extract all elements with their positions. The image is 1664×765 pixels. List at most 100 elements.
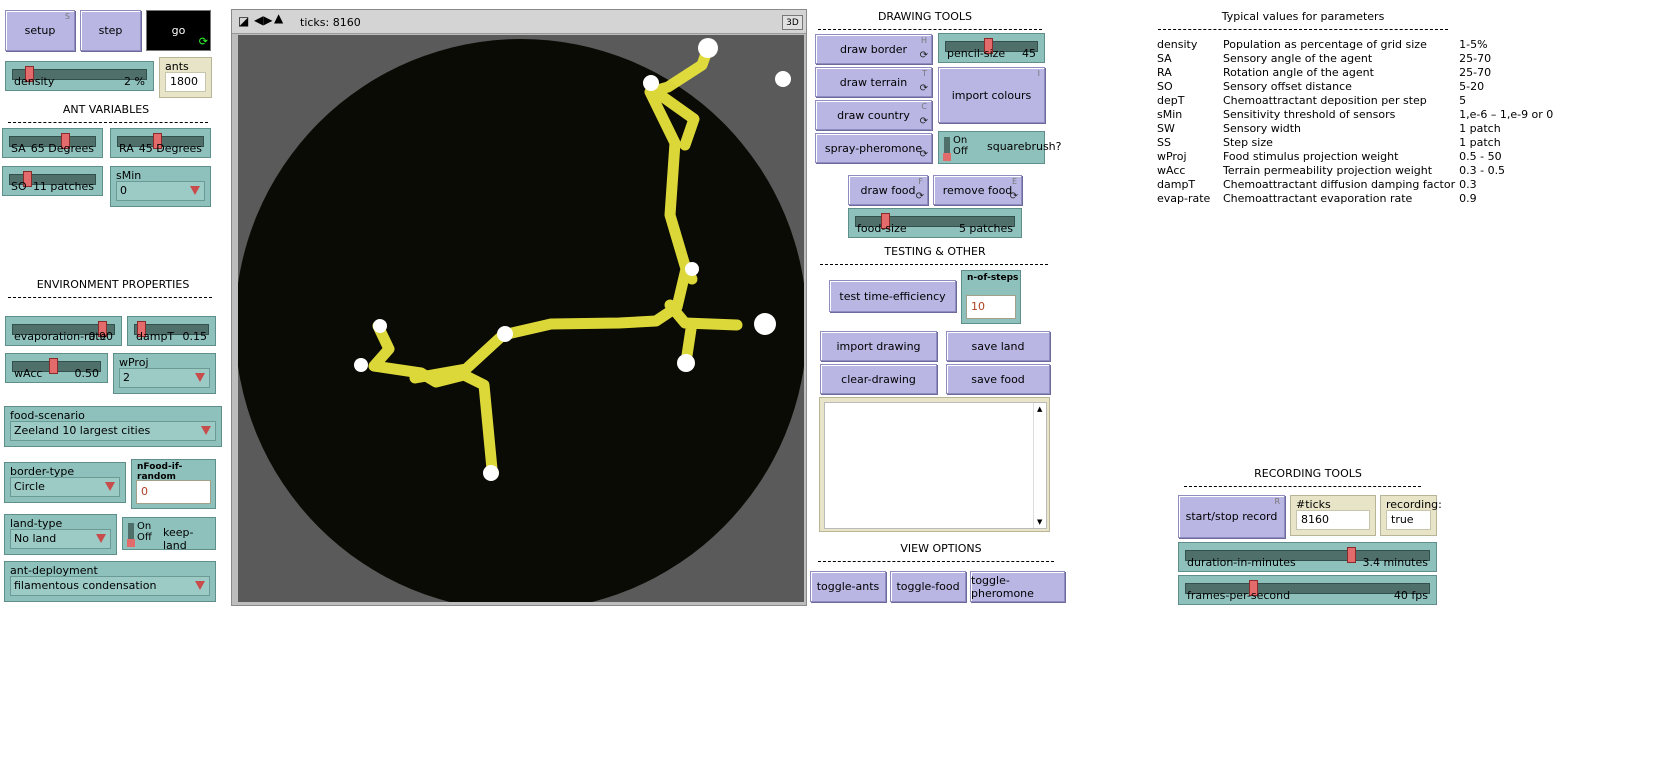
slider-value: 3.4 minutes <box>1362 556 1428 569</box>
chooser-value: filamentous condensation <box>14 579 157 592</box>
wacc-slider[interactable]: wAcc 0.50 <box>5 353 108 383</box>
parameters-title: Typical values for parameters <box>1221 10 1385 23</box>
slider-value: 2 % <box>124 75 145 88</box>
parameter-row: SO Sensory offset distance 5-20 <box>1157 79 1563 93</box>
sa-slider[interactable]: SA 65 Degrees <box>2 128 103 158</box>
output-text[interactable]: ▲ ▼ <box>824 402 1047 529</box>
border-type-chooser[interactable]: border-type Circle <box>4 462 126 503</box>
view-options-title: VIEW OPTIONS <box>900 542 982 555</box>
slider-knob[interactable] <box>1347 547 1356 563</box>
parameter-row: wProj Food stimulus projection weight 0.5 … <box>1157 149 1563 163</box>
land-type-chooser[interactable]: land-type No land <box>4 514 117 555</box>
scrollbar[interactable]: ▲ ▼ <box>1033 403 1046 528</box>
dropdown-triangle-icon <box>201 426 211 435</box>
keep-land-switch[interactable]: On Off keep-land <box>122 517 216 552</box>
chooser-value-box[interactable]: Circle <box>10 477 120 497</box>
toggle-food-button[interactable]: toggle-food <box>890 571 966 602</box>
pencil-size-slider[interactable]: pencil-size 45 <box>938 33 1045 63</box>
draw-terrain-button[interactable]: T draw terrain ⟳ <box>815 67 932 97</box>
slider-value: 5 patches <box>958 222 1013 235</box>
scroll-down-icon[interactable]: ▼ <box>1037 518 1042 526</box>
setup-button[interactable]: S setup <box>5 10 75 51</box>
slider-knob[interactable] <box>49 358 58 374</box>
input-field[interactable]: 0 <box>136 480 211 504</box>
3d-button[interactable]: 3D <box>782 15 803 30</box>
toggle-ants-button[interactable]: toggle-ants <box>810 571 886 602</box>
divider <box>820 264 1048 265</box>
parameter-row: RA Rotation angle of the agent 25-70 <box>1157 65 1563 79</box>
step-button[interactable]: step <box>80 10 141 51</box>
import-colours-button[interactable]: I import colours <box>938 67 1045 123</box>
parameter-typical-value: 1,e-6 – 1,e-9 or 0 <box>1459 107 1554 121</box>
duration-in-minutes-slider[interactable]: duration-in-minutes 3.4 minutes <box>1178 542 1437 572</box>
button-label: save food <box>971 372 1025 386</box>
slider-label: wAcc <box>14 367 43 380</box>
parameter-name: density <box>1157 37 1198 51</box>
parameter-name: dampT <box>1157 177 1196 191</box>
draw-country-button[interactable]: C draw country ⟳ <box>815 100 932 130</box>
switch-knob <box>127 539 135 547</box>
evaporation-rate-slider[interactable]: evaporation-rate 0.90 <box>5 316 122 346</box>
wproj-chooser[interactable]: wProj 2 <box>113 353 216 394</box>
parameters-table: density Population as percentage of grid … <box>1157 37 1563 205</box>
test-time-efficiency-button[interactable]: test time-efficiency <box>829 280 956 312</box>
scroll-up-icon[interactable]: ▲ <box>1037 405 1042 413</box>
spray-pheromone-button[interactable]: spray-pheromone ⟳ <box>815 133 932 163</box>
density-slider[interactable]: density 2 % <box>5 61 154 91</box>
ant-deployment-chooser[interactable]: ant-deployment filamentous condensation <box>4 561 216 602</box>
parameter-description: Chemoattractant evaporation rate <box>1223 191 1413 205</box>
parameter-row: wAcc Terrain permeability projection weig… <box>1157 163 1563 177</box>
simulation-canvas[interactable] <box>238 35 804 602</box>
dropdown-triangle-icon <box>105 482 115 491</box>
n-of-steps-input[interactable]: n-of-steps 10 <box>961 270 1021 324</box>
chooser-value-box[interactable]: 2 <box>119 368 210 388</box>
slider-label: pencil-size <box>947 47 1006 60</box>
clear-drawing-button[interactable]: clear-drawing <box>820 364 937 394</box>
food-source <box>698 38 718 58</box>
chooser-value: Zeeland 10 largest cities <box>14 424 151 437</box>
toggle-pheromone-button[interactable]: toggle-pheromone <box>970 571 1065 602</box>
input-field[interactable]: 10 <box>966 295 1016 319</box>
smin-chooser[interactable]: sMin 0 <box>110 166 211 207</box>
food-size-slider[interactable]: food-size 5 patches <box>848 208 1022 238</box>
parameter-row: SS Step size 1 patch <box>1157 135 1563 149</box>
parameter-description: Sensory width <box>1223 121 1302 135</box>
start-stop-record-button[interactable]: R start/stop record <box>1178 495 1285 538</box>
import-drawing-button[interactable]: import drawing <box>820 331 937 361</box>
slider-value: 0.90 <box>88 330 114 343</box>
chooser-value-box[interactable]: 0 <box>116 181 205 201</box>
up-down-arrows-icon[interactable]: ▲ <box>274 11 283 25</box>
shortcut-key: I <box>1037 69 1040 78</box>
frames-per-second-slider[interactable]: frames-per-second 40 fps <box>1178 575 1437 605</box>
divider <box>8 297 212 298</box>
parameter-name: SS <box>1157 135 1171 149</box>
draw-food-button[interactable]: F draw food ⟳ <box>848 175 928 205</box>
divider <box>818 29 1042 30</box>
button-label: save land <box>971 339 1025 353</box>
ra-slider[interactable]: RA 45 Degrees <box>110 128 211 158</box>
dampt-slider[interactable]: dampT 0.15 <box>127 316 216 346</box>
edit-icon[interactable]: ◪ <box>238 14 249 28</box>
slider-value: 11 patches <box>32 180 94 193</box>
chooser-value-box[interactable]: filamentous condensation <box>10 576 210 596</box>
remove-food-button[interactable]: E remove food ⟳ <box>933 175 1022 205</box>
recording-title: RECORDING TOOLS <box>1254 467 1362 480</box>
chooser-value-box[interactable]: Zeeland 10 largest cities <box>10 421 216 441</box>
go-button[interactable]: go ⟳ <box>146 10 211 51</box>
save-land-button[interactable]: save land <box>946 331 1050 361</box>
parameter-typical-value: 1 patch <box>1459 121 1501 135</box>
nfood-if-random-input[interactable]: nFood-if-random 0 <box>131 459 216 509</box>
switch-lever <box>943 137 951 161</box>
ticks-recording-monitor: #ticks recording: 8160 <box>1290 495 1376 536</box>
ticks-counter: ticks: 8160 <box>300 16 361 29</box>
chooser-value-box[interactable]: No land <box>10 529 111 549</box>
squarebrush-switch[interactable]: On Off squarebrush? <box>938 131 1062 164</box>
parameter-typical-value: 0.5 - 50 <box>1459 149 1502 163</box>
left-right-arrows-icon[interactable]: ◀▶ <box>254 13 272 27</box>
food-scenario-chooser[interactable]: food-scenario Zeeland 10 largest cities <box>4 406 222 447</box>
so-slider[interactable]: SO 11 patches <box>2 166 103 196</box>
save-food-button[interactable]: save food <box>946 364 1050 394</box>
forever-icon: ⟳ <box>919 50 928 61</box>
draw-border-button[interactable]: H draw border ⟳ <box>815 34 932 64</box>
slider-label: dampT <box>136 330 175 343</box>
